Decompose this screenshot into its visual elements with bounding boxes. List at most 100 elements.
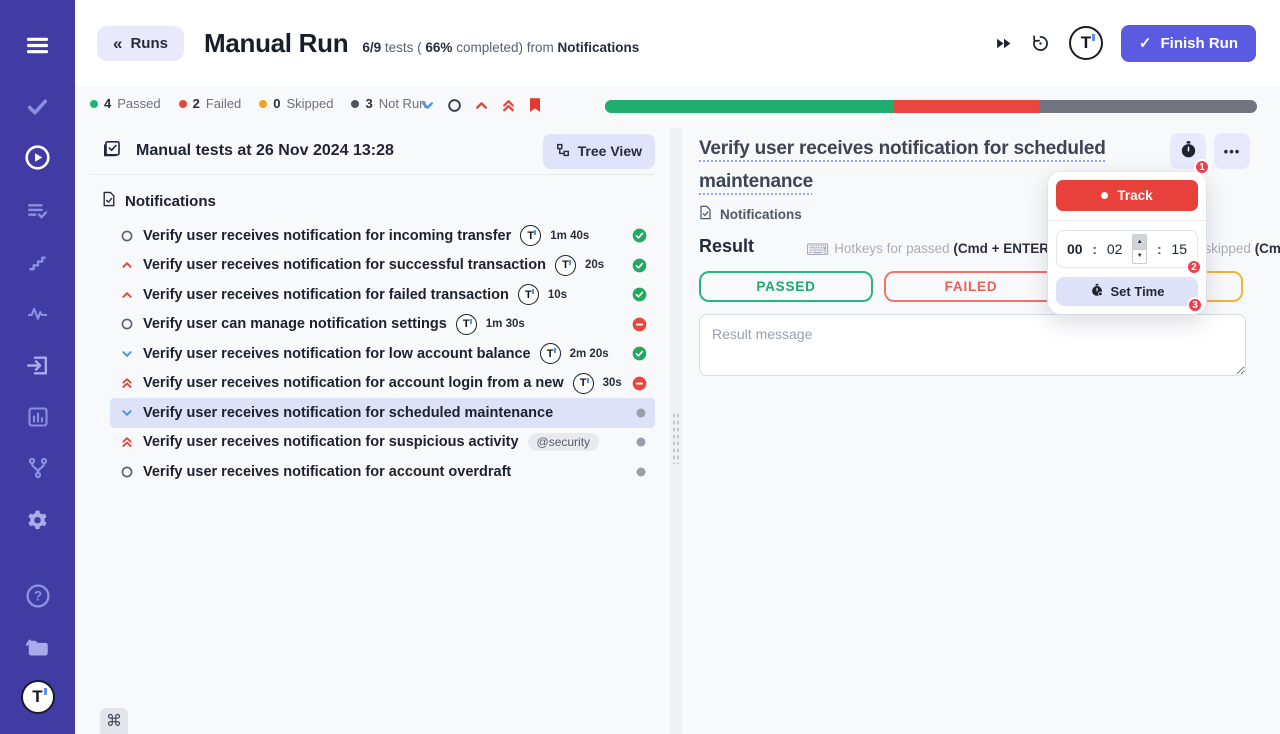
test-folder-breadcrumb[interactable]: Notifications	[699, 205, 802, 223]
steps-icon[interactable]	[0, 242, 75, 282]
step-badge-1: 1	[1194, 159, 1210, 175]
status-none-icon	[635, 436, 647, 448]
result-failed-button[interactable]: FAILED	[884, 271, 1058, 302]
progress-segment-passed	[605, 100, 895, 113]
set-time-button[interactable]: Set Time 3	[1056, 277, 1203, 313]
run-checklist-icon	[102, 139, 122, 164]
status-dot-icon	[351, 99, 360, 108]
step-badge-3: 3	[1187, 297, 1203, 313]
timer-button[interactable]: 1	[1170, 133, 1210, 175]
result-message-input[interactable]	[699, 314, 1246, 376]
drag-handle-icon	[672, 412, 680, 464]
result-passed-button[interactable]: PASSED	[699, 271, 873, 302]
test-duration: 30s	[602, 377, 622, 390]
app-logo-icon: T	[455, 313, 477, 335]
menu-icon[interactable]	[0, 25, 75, 65]
status-dot-icon	[90, 99, 98, 108]
status-dot-icon	[259, 99, 268, 108]
priority-high-icon	[120, 258, 134, 272]
track-time-button[interactable]: Track	[1056, 180, 1198, 211]
time-input-group: 00 : 02 ▲ ▼ : 15 2	[1056, 230, 1202, 275]
bookmark-icon[interactable]	[528, 97, 542, 113]
test-name: Verify user receives notification for ac…	[143, 463, 512, 480]
pulse-icon[interactable]	[0, 293, 75, 333]
run-panel: Manual tests at 26 Nov 2024 13:28 Tree V…	[90, 128, 655, 734]
app-logo-icon: T	[572, 372, 594, 394]
minutes-field[interactable]: 02	[1107, 241, 1123, 257]
stopwatch-gear-icon	[1090, 283, 1104, 300]
test-row[interactable]: Verify user receives notification for ac…	[110, 369, 655, 399]
play-circle-icon[interactable]	[0, 137, 75, 177]
fast-forward-icon[interactable]	[995, 35, 1012, 52]
folder-icon[interactable]	[0, 627, 75, 667]
run-progress-summary: 6/9 tests ( 66% completed) from Notifica…	[362, 39, 640, 55]
seconds-field[interactable]: 15	[1171, 241, 1187, 257]
branch-icon[interactable]	[0, 448, 75, 488]
minutes-stepper: ▲ ▼	[1132, 234, 1148, 264]
stopwatch-icon	[1179, 140, 1198, 162]
test-row[interactable]: Verify user receives notification for fa…	[110, 280, 655, 310]
progress-segment-failed	[894, 100, 1040, 113]
app-logo-icon[interactable]: T	[1068, 26, 1103, 60]
panel-splitter[interactable]	[670, 128, 682, 734]
test-duration: 20s	[584, 259, 605, 272]
help-icon[interactable]: ?	[0, 576, 75, 616]
logo-icon[interactable]: T	[0, 677, 75, 717]
app-logo-icon: T	[517, 284, 539, 306]
app-logo-icon: T	[520, 225, 542, 247]
result-heading: Result	[699, 236, 755, 256]
status-none-icon	[635, 466, 647, 478]
app-logo-icon: T	[554, 254, 576, 276]
chevron-down-icon[interactable]	[420, 98, 435, 113]
test-row[interactable]: Verify user receives notification for sc…	[110, 398, 655, 428]
test-row[interactable]: Verify user receives notification for in…	[110, 221, 655, 251]
back-to-runs-button[interactable]: « Runs	[97, 25, 184, 61]
list-check-icon[interactable]	[0, 190, 75, 230]
circle-icon[interactable]	[447, 98, 462, 113]
double-chevron-up-icon[interactable]	[501, 98, 516, 113]
test-name: Verify user receives notification for lo…	[143, 345, 531, 362]
test-duration: 1m 40s	[550, 229, 590, 242]
tree-view-button[interactable]: Tree View	[542, 133, 655, 169]
record-dot-icon	[1101, 192, 1109, 199]
top-header: « Runs Manual Run 6/9 tests ( 66% comple…	[75, 0, 1280, 86]
stepper-down-icon[interactable]: ▼	[1133, 248, 1147, 263]
test-name: Verify user receives notification for su…	[143, 257, 546, 274]
test-duration: 2m 20s	[569, 347, 609, 360]
rerun-history-icon[interactable]	[1030, 33, 1051, 54]
test-row[interactable]: Verify user receives notification for su…	[110, 251, 655, 281]
tree-view-icon	[556, 143, 570, 160]
chevron-up-icon[interactable]	[474, 98, 489, 113]
hotkeys-hint-button[interactable]: ⌘	[100, 708, 128, 734]
more-options-button[interactable]: •••	[1214, 133, 1250, 169]
test-row[interactable]: Verify user receives notification for su…	[110, 428, 655, 458]
run-panel-title: Manual tests at 26 Nov 2024 13:28	[136, 142, 394, 159]
test-name: Verify user receives notification for fa…	[143, 286, 509, 303]
test-row[interactable]: Verify user receives notification for lo…	[110, 339, 655, 369]
test-row[interactable]: Verify user can manage notification sett…	[110, 310, 655, 340]
suite-folder-notifications[interactable]: Notifications	[102, 191, 655, 211]
status-dot-icon	[178, 99, 187, 108]
import-icon[interactable]	[0, 345, 75, 385]
bar-chart-icon[interactable]	[0, 397, 75, 437]
svg-text:?: ?	[33, 589, 41, 604]
test-name: Verify user receives notification for su…	[143, 434, 519, 451]
hours-field[interactable]: 00	[1067, 241, 1083, 257]
status-counts: 4 Passed 2 Failed 0 Skipped 3 Not Run	[90, 96, 426, 111]
priority-critical-icon	[120, 435, 134, 449]
step-badge-2: 2	[1186, 259, 1202, 275]
stepper-up-icon[interactable]: ▲	[1133, 235, 1147, 249]
status-passed-icon	[632, 228, 647, 243]
finish-run-button[interactable]: ✓ Finish Run	[1120, 24, 1256, 62]
document-check-icon	[699, 205, 712, 223]
status-failed-icon	[632, 376, 647, 391]
check-icon[interactable]	[0, 86, 75, 126]
test-name: Verify user receives notification for ac…	[143, 375, 564, 392]
keyboard-icon: ⌨	[806, 242, 830, 259]
popup-divider	[1048, 220, 1206, 221]
status-passed-icon	[632, 287, 647, 302]
status-count-failed: 2 Failed	[178, 96, 241, 111]
test-row[interactable]: Verify user receives notification for ac…	[110, 457, 655, 487]
gear-icon[interactable]	[0, 500, 75, 540]
hotkeys-hint: ⌨Hotkeys for passed (Cmd + ENTER) , fail…	[806, 241, 1280, 259]
